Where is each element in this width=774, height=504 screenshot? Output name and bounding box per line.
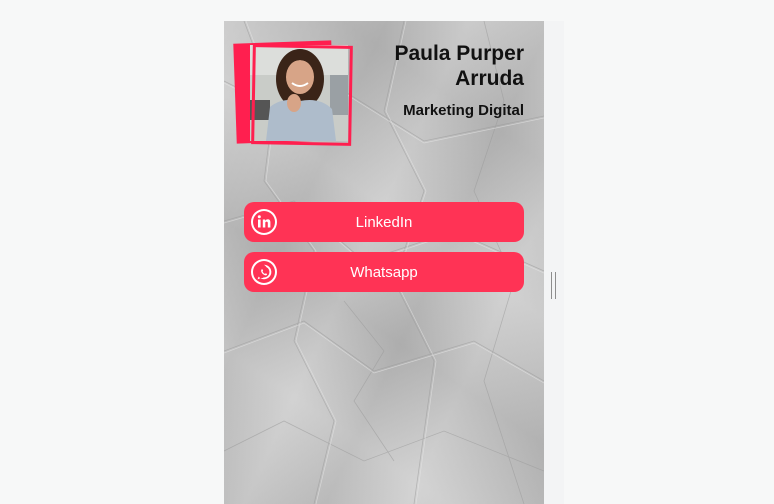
scrollbar-track[interactable] <box>544 21 564 504</box>
whatsapp-label: Whatsapp <box>350 263 418 281</box>
linkedin-button[interactable]: LinkedIn <box>244 202 524 242</box>
profile-role: Marketing Digital <box>403 102 524 119</box>
whatsapp-icon <box>251 259 277 285</box>
link-card: Paula Purper Arruda Marketing Digital Li… <box>224 21 544 504</box>
profile-name: Paula Purper Arruda <box>394 42 524 90</box>
scrollbar-handle[interactable] <box>551 272 556 299</box>
linkedin-label: LinkedIn <box>355 213 413 231</box>
linkedin-icon <box>251 209 277 235</box>
photo-frame-front <box>251 44 353 146</box>
whatsapp-button[interactable]: Whatsapp <box>244 252 524 292</box>
